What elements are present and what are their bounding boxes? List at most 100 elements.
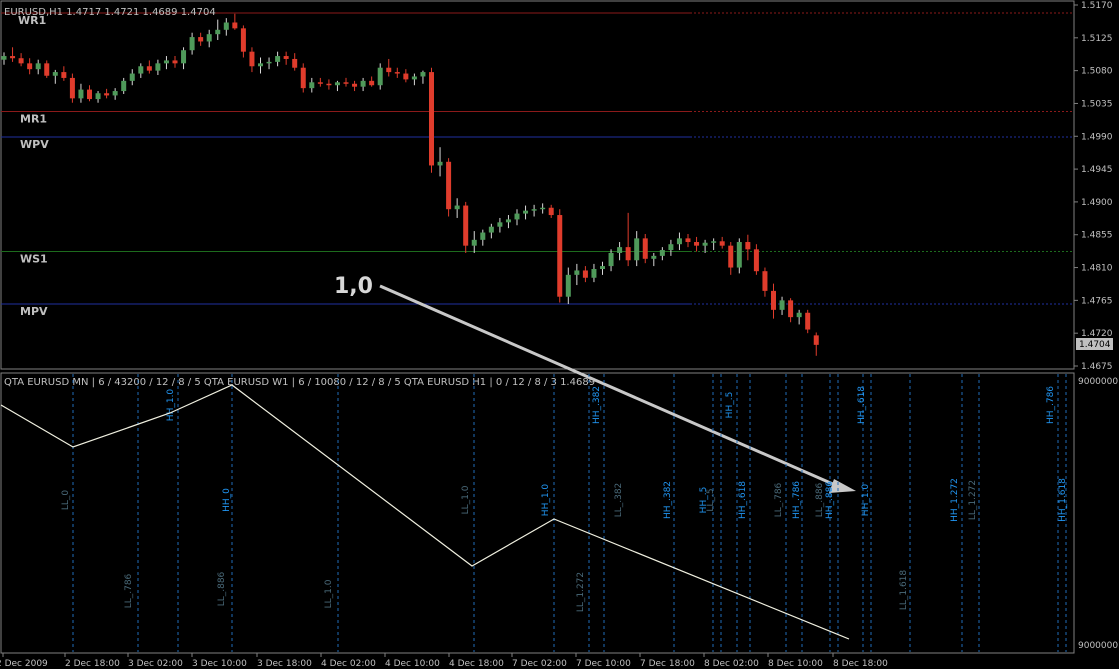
- candle-body: [805, 312, 811, 330]
- price-tick-label: 1.4900: [1081, 198, 1113, 208]
- time-tick-label: 3 Dec 18:00: [257, 659, 312, 669]
- fib-label: LL_1.0: [461, 485, 471, 514]
- price-tick-label: 1.5035: [1081, 99, 1113, 109]
- time-tick-label: 4 Dec 18:00: [449, 659, 504, 669]
- candle-body: [719, 241, 725, 246]
- candle-body: [69, 77, 75, 99]
- candle-body: [343, 82, 349, 84]
- candle-body: [565, 274, 571, 297]
- candle-body: [104, 93, 110, 96]
- candle-body: [377, 67, 383, 86]
- candle-body: [574, 270, 580, 275]
- trading-chart[interactable]: WR1MR1WPVWS1MPV 1.51701.51251.50801.5035…: [0, 0, 1119, 669]
- candle-body: [266, 61, 272, 64]
- candle-body: [240, 28, 246, 52]
- time-axis: 2 Dec 2009 2 Dec 18:00 3 Dec 02:00 3 Dec 10…: [0, 653, 888, 669]
- candle-body: [198, 37, 204, 42]
- candle-body: [471, 239, 477, 246]
- candle-body: [61, 72, 67, 78]
- candle-body: [642, 238, 648, 259]
- candle-body: [728, 245, 734, 268]
- candle-body: [352, 83, 358, 87]
- candle-body: [676, 238, 682, 245]
- indicator-frame: [0, 372, 1075, 654]
- fib-label: HH_.786: [792, 481, 802, 519]
- candle-body: [625, 247, 631, 261]
- candle-body: [121, 80, 127, 92]
- fib-label: HH_1.272: [950, 478, 960, 522]
- fib-label: HH_.886: [825, 481, 835, 519]
- candle-body: [10, 56, 16, 59]
- candle-body: [659, 250, 665, 256]
- candle-body: [762, 271, 768, 291]
- fib-label: HH_1.0: [861, 484, 871, 517]
- time-tick-label: 4 Dec 10:00: [385, 659, 440, 669]
- fib-label: LL_1.272: [576, 572, 586, 612]
- symbol-header: EURUSD,H1 1.4717 1.4721 1.4689 1.4704: [4, 7, 216, 18]
- candle-body: [232, 22, 238, 29]
- candle-body: [813, 335, 819, 345]
- fib-label: LL_.786: [124, 573, 134, 608]
- fib-label: HH_.5: [725, 392, 735, 419]
- candle-body: [292, 58, 298, 68]
- fib-label: LL_.786: [774, 482, 784, 517]
- candle-body: [497, 222, 503, 227]
- candle-body: [360, 80, 366, 87]
- candle-body: [429, 72, 434, 166]
- candle-body: [634, 238, 640, 261]
- candle-body: [668, 244, 674, 251]
- candle-body: [523, 210, 529, 214]
- candle-body: [548, 207, 554, 216]
- fib-label: HH_1.0: [166, 389, 176, 422]
- candle-body: [694, 242, 700, 246]
- time-tick-label: 2 Dec 18:00: [65, 659, 120, 669]
- main-chart-frame: [0, 0, 1075, 370]
- price-tick-label: 1.4855: [1081, 231, 1113, 241]
- time-tick-label: 3 Dec 02:00: [128, 659, 183, 669]
- candle-body: [181, 50, 187, 64]
- pivot-label-ws1: WS1: [20, 253, 48, 266]
- candle-body: [582, 270, 588, 278]
- fib-label: LL_.886: [815, 482, 825, 517]
- candle-body: [411, 76, 417, 80]
- candle-body: [540, 207, 546, 210]
- candle-body: [394, 72, 400, 74]
- candle-body: [685, 238, 691, 243]
- price-tick-label: 1.5170: [1081, 1, 1113, 11]
- time-tick-label: 2 Dec 2009: [0, 659, 48, 669]
- candle-body: [557, 215, 563, 297]
- candle-body: [283, 56, 289, 59]
- candle-body: [745, 242, 751, 250]
- candle-body: [223, 22, 229, 30]
- candle-body: [463, 205, 469, 246]
- candle-body: [138, 66, 144, 74]
- candle-body: [317, 82, 323, 84]
- time-tick-label: 8 Dec 18:00: [833, 659, 888, 669]
- candle-body: [258, 63, 263, 67]
- price-tick-label: 1.5080: [1081, 67, 1113, 77]
- candle-body: [514, 213, 520, 220]
- candle-body: [531, 209, 537, 211]
- fib-label: HH_.786: [1046, 386, 1056, 424]
- fib-label: HH_1.0: [541, 484, 551, 517]
- candle-body: [788, 300, 794, 318]
- candle-body: [420, 72, 426, 77]
- candle-body: [736, 242, 742, 268]
- fib-label: HH_.382: [663, 481, 673, 519]
- annotation-label: 1,0: [334, 274, 373, 299]
- candle-body: [112, 91, 118, 96]
- candle-body: [44, 63, 50, 76]
- time-tick-label: 7 Dec 02:00: [512, 659, 567, 669]
- candle-body: [78, 89, 84, 99]
- current-price-label: 1.4704: [1079, 340, 1111, 350]
- pivot-label-mr1: MR1: [20, 112, 47, 125]
- price-tick-label: 1.5125: [1081, 34, 1113, 44]
- candle-body: [1, 56, 7, 60]
- fib-label: HH_.382: [592, 386, 602, 424]
- candle-body: [172, 60, 178, 64]
- candle-body: [275, 56, 281, 62]
- candle-body: [87, 89, 92, 100]
- price-tick-label: 1.4765: [1081, 296, 1113, 306]
- pivot-label-mpv: MPV: [20, 305, 48, 318]
- candle-body: [617, 247, 623, 253]
